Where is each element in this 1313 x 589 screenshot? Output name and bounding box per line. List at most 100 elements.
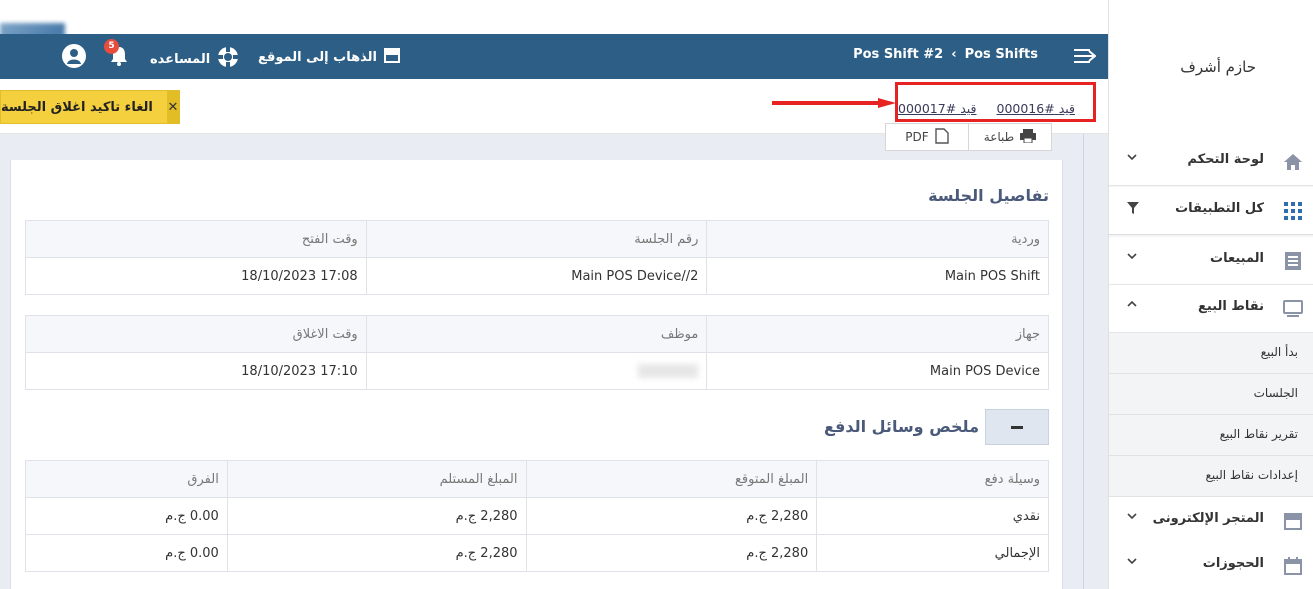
menu-toggle-icon[interactable]	[1074, 46, 1097, 66]
home-icon	[1282, 152, 1304, 172]
table-row: الإجمالي 2,280 ج.م 2,280 ج.م 0.00 ج.م	[25, 534, 1049, 572]
column-header: وردية	[706, 220, 1049, 258]
goto-site-link[interactable]: الذهاب إلى الموقع	[258, 47, 401, 67]
sidebar: حازم أشرف لوحة التحكم كل التطبيقات المبي…	[1108, 0, 1313, 589]
column-header: المبلغ المتوقع	[525, 460, 818, 498]
calendar-icon	[1282, 556, 1304, 576]
sidebar-item-pos[interactable]: نقاط البيع	[1109, 285, 1313, 333]
export-toolbar: PDF طباعة	[885, 123, 1052, 151]
column-header: وقت الاغلاق	[25, 315, 367, 353]
receipt-icon	[1282, 251, 1304, 271]
help-link[interactable]: المساعده	[150, 45, 240, 73]
breadcrumb-parent-link[interactable]: Pos Shifts	[965, 47, 1038, 62]
store-icon	[383, 47, 401, 67]
minus-icon	[1011, 425, 1023, 429]
table-cell: 0.00 ج.م	[25, 534, 228, 572]
table-cell: 2,280 ج.م	[525, 497, 818, 535]
table-cell: 17:08 18/10/2023	[25, 257, 367, 295]
subitem-label: تقرير نقاط البيع	[1219, 427, 1298, 441]
filter-icon[interactable]	[1127, 202, 1139, 218]
table-header-row: جهاز موظف وقت الاغلاق	[25, 315, 1049, 353]
sidebar-item-label: لوحة التحكم	[1187, 152, 1264, 167]
user-name: حازم أشرف	[1180, 58, 1256, 76]
monitor-icon	[1282, 299, 1304, 319]
close-icon: ✕	[166, 91, 179, 123]
sidebar-item-sales[interactable]: المبيعات	[1109, 237, 1313, 285]
table-cell: نقدي	[816, 497, 1049, 535]
collapse-section-button[interactable]	[985, 409, 1049, 445]
column-header: الفرق	[25, 460, 228, 498]
sidebar-item-dashboard[interactable]: لوحة التحكم	[1109, 138, 1313, 186]
column-header: المبلغ المستلم	[226, 460, 527, 498]
sidebar-item-label: المبيعات	[1210, 251, 1264, 266]
sidebar-item-label: كل التطبيقات	[1175, 201, 1264, 216]
payments-summary-title: ملخص وسائل الدفع	[823, 417, 979, 436]
table-row: Main POS Shift Main POS Device//2 17:08 …	[25, 257, 1049, 295]
column-header: موظف	[365, 315, 708, 353]
table-header-row: وردية رقم الجلسة وقت الفتح	[25, 220, 1049, 258]
breadcrumb: Pos Shift #2 ‹ Pos Shifts	[853, 47, 1038, 62]
column-header: وقت الفتح	[25, 220, 367, 258]
cancel-label: الغاء تاكيد اغلاق الجلسة	[1, 99, 153, 115]
sidebar-subitem-start-sale[interactable]: بدأ البيع	[1109, 333, 1313, 374]
chevron-down-icon	[1127, 151, 1137, 166]
annotation-arrow	[772, 98, 896, 108]
column-header: جهاز	[706, 315, 1049, 353]
table-cell: 17:10 18/10/2023	[25, 352, 367, 390]
printer-icon	[1020, 128, 1037, 146]
session-details-title: تفاصيل الجلسة	[928, 186, 1049, 205]
notification-badge: 5	[104, 39, 119, 54]
table-row: نقدي 2,280 ج.م 2,280 ج.م 0.00 ج.م	[25, 497, 1049, 535]
print-label: طباعة	[983, 130, 1015, 144]
table-cell-redacted	[365, 352, 708, 390]
sidebar-subitem-sessions[interactable]: الجلسات	[1109, 374, 1313, 415]
table-cell: Main POS Device	[706, 352, 1049, 390]
store-icon	[1282, 511, 1304, 531]
table-cell: 2,280 ج.م	[525, 534, 818, 572]
user-header: حازم أشرف	[1109, 0, 1313, 138]
table-cell: 2,280 ج.م	[226, 497, 527, 535]
session-table-1: وردية رقم الجلسة وقت الفتح Main POS Shif…	[25, 220, 1049, 295]
chevron-left-icon: ‹	[951, 47, 957, 62]
goto-site-label: الذهاب إلى الموقع	[258, 49, 377, 65]
table-cell: الإجمالي	[816, 534, 1049, 572]
table-header-row: وسيلة دفع المبلغ المتوقع المبلغ المستلم …	[25, 460, 1049, 498]
print-button[interactable]: طباعة	[968, 124, 1051, 150]
lifebuoy-icon	[216, 45, 240, 73]
chevron-down-icon	[1127, 555, 1137, 570]
sidebar-item-bookings[interactable]: الحجوزات	[1109, 542, 1313, 589]
cancel-close-confirmation-button[interactable]: ✕ الغاء تاكيد اغلاق الجلسة	[0, 90, 180, 124]
annotation-highlight-box: قيد #000016 قيد #000017	[895, 82, 1096, 122]
journal-entry-link[interactable]: قيد #000017	[898, 101, 977, 116]
user-avatar-icon[interactable]	[62, 44, 86, 68]
pdf-file-icon	[934, 127, 949, 147]
help-label: المساعده	[150, 51, 211, 67]
sidebar-item-label: الحجوزات	[1202, 556, 1264, 571]
sidebar-item-online-store[interactable]: المتجر الإلكترونى	[1109, 497, 1313, 545]
sidebar-item-label: نقاط البيع	[1198, 299, 1264, 314]
table-cell: Main POS Device//2	[365, 257, 708, 295]
sidebar-subitem-pos-settings[interactable]: إعدادات نقاط البيع	[1109, 456, 1313, 497]
breadcrumb-current: Pos Shift #2	[853, 47, 944, 62]
journal-entry-link[interactable]: قيد #000016	[997, 101, 1076, 116]
chevron-down-icon	[1127, 250, 1137, 265]
sidebar-item-all-apps[interactable]: كل التطبيقات	[1109, 187, 1313, 235]
payments-table: وسيلة دفع المبلغ المتوقع المبلغ المستلم …	[25, 460, 1049, 572]
session-table-2: جهاز موظف وقت الاغلاق Main POS Device 17…	[25, 315, 1049, 390]
table-cell: Main POS Shift	[706, 257, 1049, 295]
pdf-button[interactable]: PDF	[886, 124, 968, 150]
subitem-label: الجلسات	[1253, 386, 1298, 400]
table-row: Main POS Device 17:10 18/10/2023	[25, 352, 1049, 390]
chevron-down-icon	[1127, 510, 1137, 525]
pdf-label: PDF	[905, 130, 929, 144]
column-header: رقم الجلسة	[365, 220, 708, 258]
notifications-button[interactable]: 5	[104, 39, 132, 67]
sidebar-subitem-pos-report[interactable]: تقرير نقاط البيع	[1109, 415, 1313, 456]
table-cell: 2,280 ج.م	[226, 534, 527, 572]
grid-icon	[1282, 201, 1304, 221]
column-header: وسيلة دفع	[816, 460, 1049, 498]
table-cell: 0.00 ج.م	[25, 497, 228, 535]
bell-icon	[108, 47, 130, 71]
top-bar: Pos Shift #2 ‹ Pos Shifts الذهاب إلى الموق…	[0, 34, 1108, 79]
sidebar-item-label: المتجر الإلكترونى	[1152, 511, 1264, 526]
